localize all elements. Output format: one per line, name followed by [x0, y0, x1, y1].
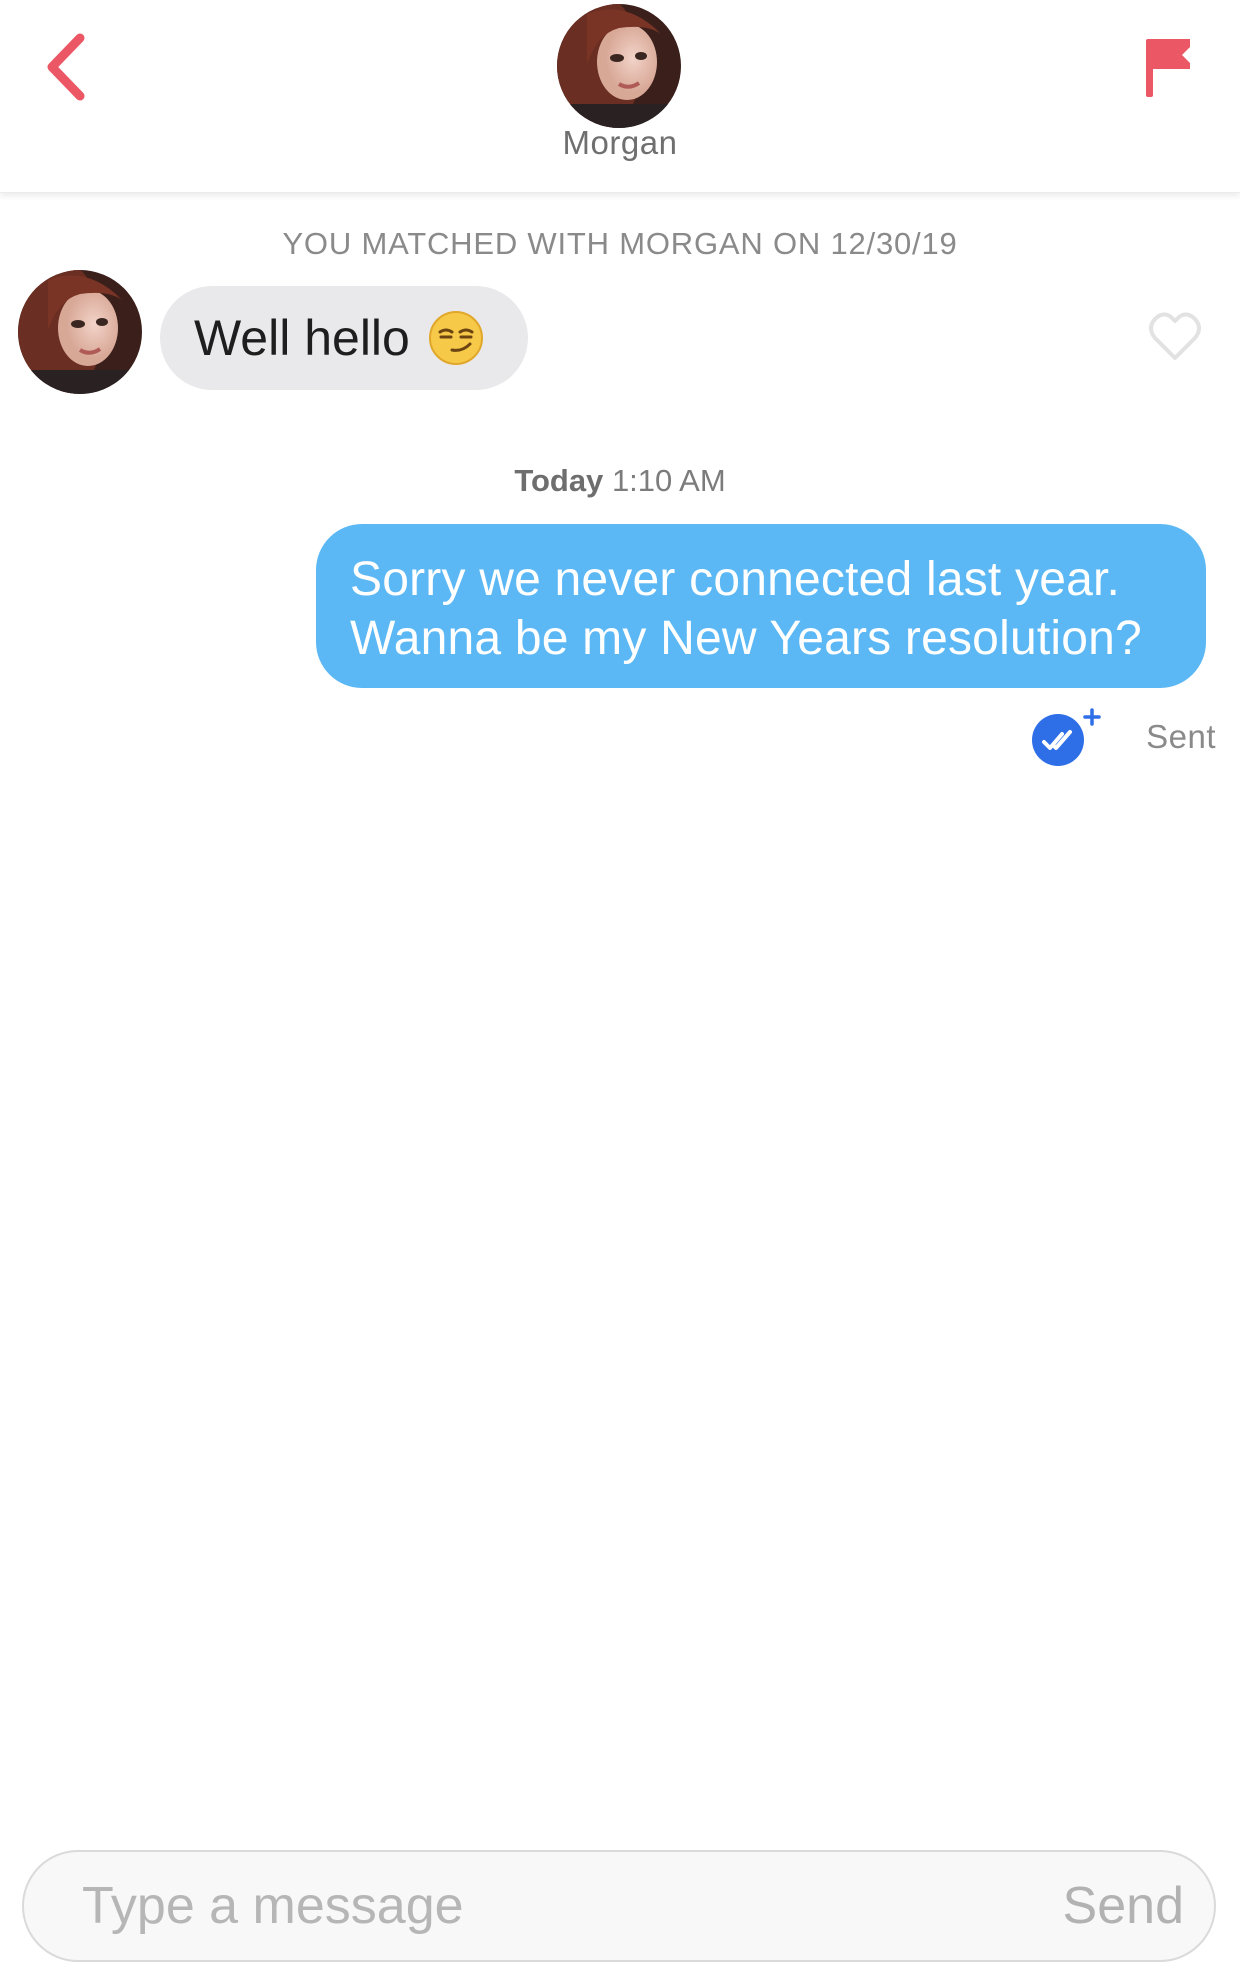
flag-icon: [1146, 39, 1190, 97]
back-button[interactable]: [30, 22, 102, 112]
message-input[interactable]: [82, 1852, 962, 1960]
read-receipt-icon[interactable]: [1026, 706, 1108, 766]
report-button[interactable]: [1128, 22, 1208, 112]
incoming-message-bubble[interactable]: Well hello: [160, 286, 528, 390]
match-name[interactable]: Morgan: [470, 124, 770, 162]
chevron-left-icon: [47, 33, 85, 101]
message-status: Sent: [1146, 718, 1216, 755]
match-avatar[interactable]: [557, 4, 681, 128]
match-date-banner: YOU MATCHED WITH MORGAN ON 12/30/19: [282, 226, 958, 261]
sender-avatar[interactable]: [18, 270, 142, 394]
smirking-face-emoji: [428, 310, 484, 366]
message-timestamp: Today 1:10 AM: [0, 463, 1240, 499]
message-composer: Send: [22, 1850, 1216, 1962]
outgoing-message-line: Sorry we never connected last year.: [350, 553, 1121, 606]
outgoing-message-line: Wanna be my New Years resolution?: [350, 612, 1142, 665]
outgoing-message-bubble[interactable]: Sorry we never connected last year. Wann…: [316, 524, 1206, 688]
incoming-message-text: Well hello: [194, 310, 410, 366]
timestamp-time: 1:10 AM: [611, 463, 726, 498]
send-button[interactable]: Send: [1063, 1852, 1184, 1960]
heart-outline-icon: [1149, 312, 1201, 360]
chat-header: Morgan: [0, 0, 1240, 193]
timestamp-day: Today: [514, 463, 604, 498]
like-message-button[interactable]: [1143, 306, 1207, 366]
